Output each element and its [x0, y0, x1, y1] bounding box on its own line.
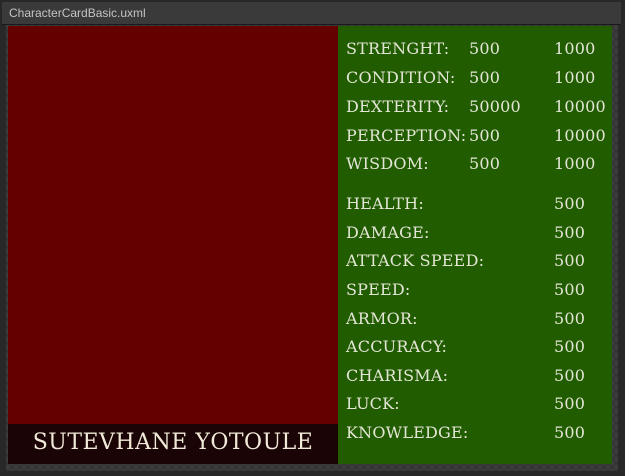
stat-value: 500 [469, 126, 501, 145]
stat-label: DAMAGE: [346, 223, 430, 242]
stat-row-charisma: CHARISMA: 500 [338, 366, 612, 394]
stat-label: ATTACK SPEED: [346, 251, 485, 270]
stat-label: CHARISMA: [346, 366, 449, 385]
stat-max: 1000 [554, 39, 596, 58]
stat-row-damage: DAMAGE: 500 [338, 223, 612, 251]
stat-value: 500 [554, 366, 586, 385]
stat-row-condition: CONDITION: 500 1000 [338, 68, 612, 96]
stat-value: 500 [469, 154, 501, 173]
stat-row-accuracy: ACCURACY: 500 [338, 337, 612, 365]
stat-row-knowledge: KNOWLEDGE: 500 [338, 423, 612, 451]
stat-value: 500 [554, 251, 586, 270]
stat-value: 500 [554, 394, 586, 413]
stat-row-luck: LUCK: 500 [338, 394, 612, 422]
stat-label: WISDOM: [346, 154, 429, 173]
preview-canvas: SUTEVHANE YOTOULE STRENGHT: 500 1000 CON… [6, 25, 618, 471]
stat-max: 1000 [554, 154, 596, 173]
stat-label: SPEED: [346, 280, 411, 299]
stat-label: LUCK: [346, 394, 400, 413]
stats-panel: STRENGHT: 500 1000 CONDITION: 500 1000 D… [338, 26, 612, 464]
stat-label: STRENGHT: [346, 39, 450, 58]
stat-value: 500 [554, 223, 586, 242]
stat-label: KNOWLEDGE: [346, 423, 469, 442]
stat-row-armor: ARMOR: 500 [338, 309, 612, 337]
stat-row-perception: PERCEPTION: 500 10000 [338, 126, 612, 154]
stat-value: 500 [554, 280, 586, 299]
stat-value: 500 [554, 423, 586, 442]
stat-row-strength: STRENGHT: 500 1000 [338, 39, 612, 67]
stat-value: 500 [554, 337, 586, 356]
stat-label: DEXTERITY: [346, 97, 450, 116]
stat-row-speed: SPEED: 500 [338, 280, 612, 308]
stat-label: HEALTH: [346, 194, 424, 213]
stat-max: 10000 [554, 126, 606, 145]
stat-value: 500 [469, 39, 501, 58]
stat-row-dexterity: DEXTERITY: 50000 10000 [338, 97, 612, 125]
stat-row-attack-speed: ATTACK SPEED: 500 [338, 251, 612, 279]
stat-label: CONDITION: [346, 68, 456, 87]
nameplate: SUTEVHANE YOTOULE [8, 424, 338, 464]
stat-value: 500 [554, 309, 586, 328]
window-tab[interactable]: CharacterCardBasic.uxml [2, 2, 621, 25]
editor-window: CharacterCardBasic.uxml SUTEVHANE YOTOUL… [0, 0, 625, 476]
stat-value: 500 [554, 194, 586, 213]
stat-max: 10000 [554, 97, 606, 116]
character-portrait [8, 26, 338, 464]
stat-label: ACCURACY: [346, 337, 448, 356]
stat-value: 50000 [469, 97, 521, 116]
character-card: SUTEVHANE YOTOULE STRENGHT: 500 1000 CON… [8, 26, 612, 464]
stat-value: 500 [469, 68, 501, 87]
stat-label: PERCEPTION: [346, 126, 467, 145]
stat-label: ARMOR: [346, 309, 418, 328]
stat-row-health: HEALTH: 500 [338, 194, 612, 222]
character-name: SUTEVHANE YOTOULE [32, 430, 314, 455]
stat-row-wisdom: WISDOM: 500 1000 [338, 154, 612, 182]
window-title: CharacterCardBasic.uxml [9, 6, 146, 20]
stat-max: 1000 [554, 68, 596, 87]
